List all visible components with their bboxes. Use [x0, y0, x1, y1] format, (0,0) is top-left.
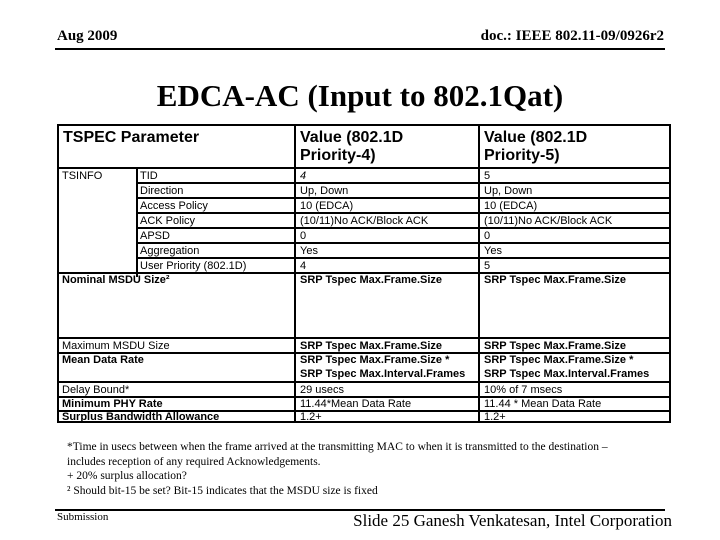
value-p5-mean-data-rate-line1: SRP Tspec Max.Frame.Size * [484, 354, 634, 366]
value-p4-aggregation: Yes [300, 245, 318, 257]
footnote-surplus: + 20% surplus allocation? [67, 470, 187, 482]
param-minimum-phy-rate: Minimum PHY Rate [62, 398, 163, 410]
header-priority5-line2: Priority-5) [484, 147, 560, 164]
header-priority4-line1: Value (802.1D [300, 129, 404, 146]
value-p5-ack-policy: (10/11)No ACK/Block ACK [484, 215, 613, 227]
param-apsd: APSD [140, 230, 170, 242]
param-nominal-msdu-size: Nominal MSDU Size² [62, 274, 170, 286]
header-doc-id: doc.: IEEE 802.11-09/0926r2 [480, 28, 664, 44]
value-p5-surplus-bandwidth-allowance: 1.2+ [484, 411, 506, 423]
slide-title: EDCA-AC (Input to 802.1Qat) [156, 78, 564, 113]
value-p5-user-priority: 5 [484, 260, 491, 272]
footnote-bit15: ² Should bit-15 be set? Bit-15 indicates… [67, 484, 378, 497]
param-surplus-bandwidth-allowance: Surplus Bandwidth Allowance [62, 411, 220, 423]
header-priority4-line2: Priority-4) [300, 147, 376, 164]
value-p4-delay-bound: 29 usecs [300, 384, 345, 396]
value-p5-mean-data-rate-line2: SRP Tspec Max.Interval.Frames [484, 368, 650, 380]
footnote-delay: *Time in usecs between when the frame ar… [67, 441, 608, 453]
footer-submission: Submission [57, 511, 109, 523]
header-date: Aug 2009 [57, 28, 118, 44]
row-divider [136, 197, 669, 199]
value-p4-access-policy: 10 (EDCA) [300, 200, 354, 212]
value-p5-apsd: 0 [484, 230, 491, 242]
param-mean-data-rate: Mean Data Rate [62, 354, 144, 366]
value-p4-surplus-bandwidth-allowance: 1.2+ [300, 411, 322, 423]
tsinfo-label: TSINFO [62, 170, 103, 182]
param-user-priority: User Priority (802.1D) [140, 260, 247, 272]
value-p4-tid: 4 [300, 170, 307, 182]
value-p4-mean-data-rate-line2: SRP Tspec Max.Interval.Frames [300, 368, 466, 380]
value-p4-apsd: 0 [300, 230, 307, 242]
value-p4-ack-policy: (10/11)No ACK/Block ACK [300, 215, 429, 227]
footnote-delay-cont: includes reception of any required Ackno… [67, 455, 321, 468]
footnotes: *Time in usecs between when the frame ar… [67, 440, 608, 498]
value-p4-direction: Up, Down [300, 185, 349, 197]
footer-slide-info: Slide 25 Ganesh Venkatesan, Intel Corpor… [353, 511, 672, 530]
value-p5-delay-bound: 10% of 7 msecs [484, 384, 563, 396]
value-p4-minimum-phy-rate: 11.44*Mean Data Rate [300, 398, 412, 410]
value-p5-minimum-phy-rate: 11.44 * Mean Data Rate [484, 398, 602, 410]
header-priority5-line1: Value (802.1D [484, 129, 588, 146]
header-rule [55, 48, 665, 50]
value-p5-access-policy: 10 (EDCA) [484, 200, 538, 212]
value-p5-direction: Up, Down [484, 185, 533, 197]
param-maximum-msdu-size: Maximum MSDU Size [62, 340, 170, 352]
value-p5-aggregation: Yes [484, 245, 502, 257]
row-divider [136, 242, 669, 244]
row-divider [59, 381, 669, 383]
row-divider [136, 182, 669, 184]
header-tspec-parameter: TSPEC Parameter [63, 129, 200, 146]
param-direction: Direction [140, 185, 184, 197]
param-ack-policy: ACK Policy [140, 215, 196, 227]
tspec-table: TSPEC Parameter Value (802.1D Priority-4… [57, 124, 671, 423]
param-delay-bound: Delay Bound* [62, 384, 130, 396]
value-p5-tid: 5 [484, 170, 491, 182]
param-access-policy: Access Policy [140, 200, 208, 212]
param-tid: TID [140, 170, 158, 182]
value-p5-nominal-msdu-size: SRP Tspec Max.Frame.Size [484, 274, 627, 286]
value-p4-mean-data-rate-line1: SRP Tspec Max.Frame.Size * [300, 354, 450, 366]
value-p5-maximum-msdu-size: SRP Tspec Max.Frame.Size [484, 340, 627, 352]
value-p4-nominal-msdu-size: SRP Tspec Max.Frame.Size [300, 274, 443, 286]
param-aggregation: Aggregation [140, 245, 200, 257]
value-p4-user-priority: 4 [300, 260, 307, 272]
value-p4-maximum-msdu-size: SRP Tspec Max.Frame.Size [300, 340, 443, 352]
